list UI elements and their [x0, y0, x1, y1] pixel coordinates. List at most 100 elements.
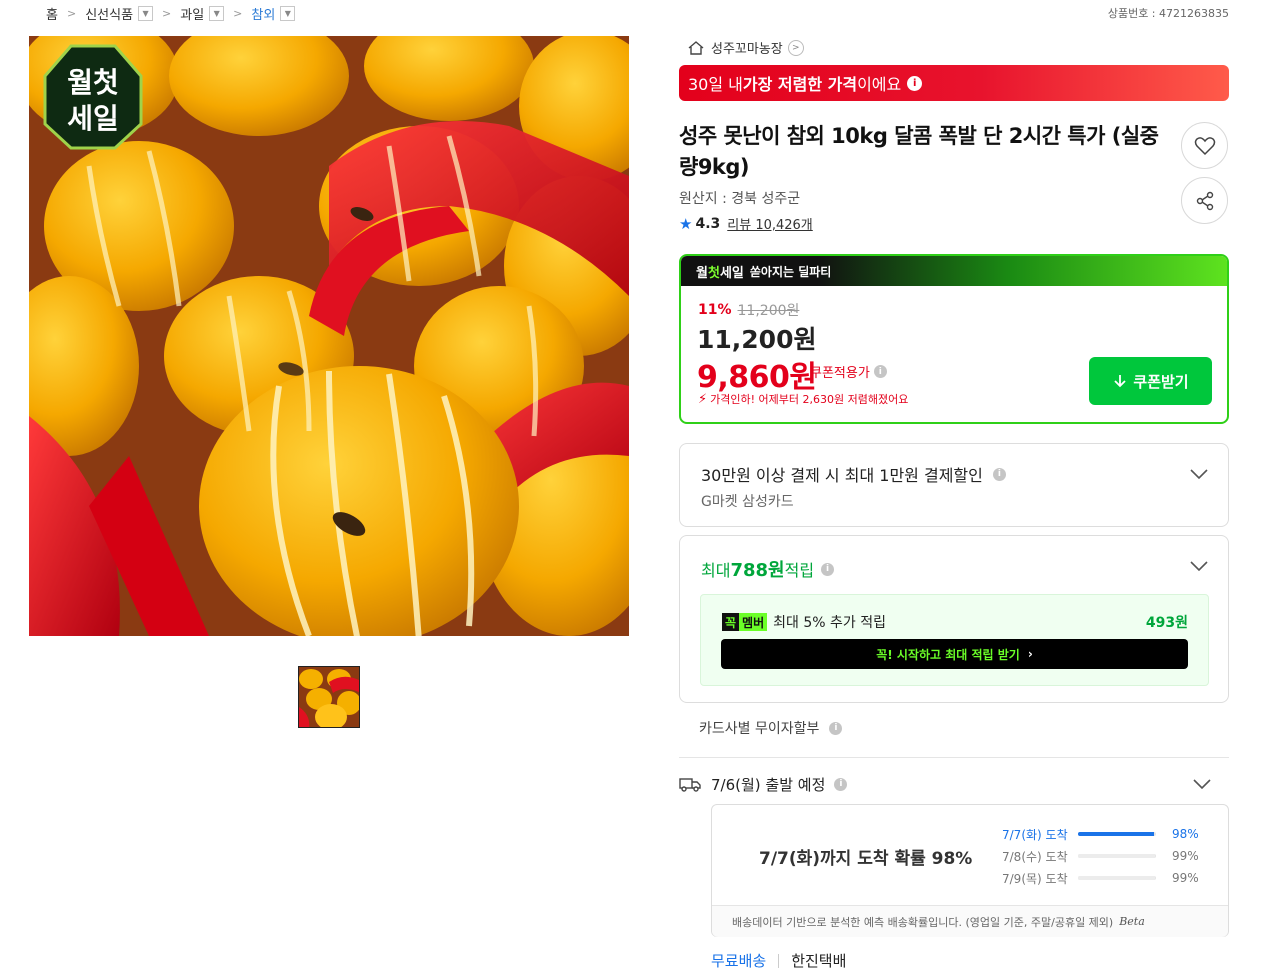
svg-text:월첫: 월첫 [67, 66, 119, 99]
member-row: 꼭 멤버 최대 5% 추가 적립 [722, 612, 886, 632]
installment-text: 카드사별 무이자할부 [699, 721, 820, 737]
download-icon [1114, 375, 1127, 388]
member-points: 493원 [1145, 615, 1188, 631]
coupon-download-button[interactable]: 쿠폰받기 [1089, 357, 1212, 405]
share-icon [1196, 191, 1213, 210]
delivery-main-text: 7/7(화)까지 도착 확률 98% [759, 849, 973, 869]
banner-bold: 가장 저렴한 가격 [742, 75, 858, 94]
info-icon[interactable]: i [907, 75, 923, 91]
shipping-row[interactable]: 7/6(월) 출발 예정 i [679, 773, 1229, 795]
delivery-row: 7/8(수) 도착 99% [1002, 845, 1212, 867]
points-prefix: 최대 [701, 561, 731, 580]
rating-score: 4.3 [695, 215, 721, 232]
member-start-button[interactable]: 꼭! 시작하고 최대 적립 받기 › [721, 639, 1188, 669]
carrier-info: 무료배송 한진택배 [711, 950, 846, 971]
chevron-down-icon[interactable]: ▼ [209, 5, 225, 21]
chevron-down-icon[interactable] [1193, 778, 1211, 790]
breadcrumb: 홈 > 신선식품 ▼ > 과일 ▼ > 참외 ▼ [46, 3, 296, 23]
banner-suffix: 이에요 [857, 75, 902, 94]
original-price: 11,200원 [737, 303, 800, 319]
chevron-down-icon[interactable]: ▼ [138, 5, 154, 21]
price-drop-text: 가격인하! 어제부터 2,630원 저렴해졌어요 [710, 393, 909, 406]
heart-icon [1194, 136, 1215, 155]
probability-fill [1078, 832, 1155, 836]
card-benefit-title: 30만원 이상 결제 시 최대 1만원 결제할인 i [701, 462, 1006, 486]
probability-value: 99% [1172, 871, 1199, 885]
breadcrumb-item-fresh-food[interactable]: 신선식품 ▼ [85, 4, 154, 23]
chevron-right-icon: > [233, 6, 243, 20]
delivery-date: 7/8(수) 도착 [1002, 849, 1068, 864]
banner-prefix: 30일 내 [688, 75, 743, 94]
departure-text: 7/6(월) 출발 예정 [711, 775, 826, 794]
lightning-icon: ⚡ [698, 391, 708, 407]
delivery-date: 7/7(화) 도착 [1002, 827, 1068, 842]
delivery-row: 7/9(목) 도착 99% [1002, 867, 1212, 889]
probability-fill [1078, 876, 1156, 880]
coupon-price-label-text: 쿠폰적용가 [810, 366, 870, 381]
breadcrumb-item-label: 참외 [251, 7, 276, 23]
divider [778, 953, 780, 968]
beta-label: Beta [1119, 915, 1145, 928]
divider [679, 757, 1229, 758]
product-main-image: 월첫 세일 [29, 36, 629, 636]
product-number: 상품번호 : 4721263835 [1107, 7, 1229, 20]
review-link[interactable]: 리뷰 10,426개 [727, 214, 813, 233]
card-benefit-title-text: 30만원 이상 결제 시 최대 1만원 결제할인 [701, 466, 983, 485]
info-icon[interactable]: i [992, 467, 1006, 481]
member-button-label: 꼭! 시작하고 최대 적립 받기 [876, 647, 1020, 662]
info-icon[interactable]: i [829, 721, 843, 735]
probability-bar [1078, 832, 1156, 836]
home-icon [688, 40, 704, 55]
truck-icon [679, 778, 701, 792]
product-origin: 원산지 : 경북 성주군 [679, 191, 801, 207]
installment-info[interactable]: 카드사별 무이자할부 i [699, 718, 843, 738]
chevron-down-icon[interactable] [1190, 560, 1208, 572]
chevron-down-icon[interactable]: ▼ [280, 5, 296, 21]
coupon-price-label: 쿠폰적용가 i [810, 362, 887, 381]
breadcrumb-item-fruit[interactable]: 과일 ▼ [180, 4, 225, 23]
share-button[interactable] [1181, 177, 1228, 224]
member-badge-part2: 멤버 [739, 613, 768, 631]
coupon-price: 9,860원 [697, 360, 817, 395]
card-benefit-subtitle: G마켓 삼성카드 [701, 494, 794, 510]
breadcrumb-home[interactable]: 홈 [46, 4, 58, 23]
deal-box: 월 첫 세일 쏟아지는 딜파티 11% 11,200원 11,200원 9,86… [679, 254, 1229, 424]
lowest-price-banner: 30일 내 가장 저렴한 가격 이에요 i [679, 65, 1229, 101]
sale-price: 11,200원 [697, 325, 817, 354]
sale-badge: 월첫 세일 [43, 44, 143, 150]
chevron-down-icon[interactable] [1190, 468, 1208, 480]
card-benefit-box[interactable]: 30만원 이상 결제 시 최대 1만원 결제할인 i G마켓 삼성카드 [679, 443, 1229, 527]
info-icon[interactable]: i [821, 562, 835, 576]
wishlist-button[interactable] [1181, 122, 1228, 169]
deal-header-part3: 세일 [719, 265, 744, 281]
points-title: 최대 788원 적립 i [701, 556, 835, 582]
chevron-right-icon: > [66, 6, 77, 20]
product-rating: ★ 4.3 리뷰 10,426개 [679, 214, 813, 234]
free-shipping-label: 무료배송 [711, 952, 767, 970]
member-benefit: 꼭 멤버 최대 5% 추가 적립 493원 꼭! 시작하고 최대 적립 받기 › [700, 594, 1209, 686]
delivery-footnote: 배송데이터 기반으로 분석한 예측 배송확률입니다. (영업일 기준, 주말/공… [712, 905, 1228, 937]
delivery-rows: 7/7(화) 도착 98% 7/8(수) 도착 99% 7/9(목) 도착 99… [1002, 823, 1212, 889]
breadcrumb-item-label: 과일 [180, 7, 205, 23]
points-amount: 788원 [730, 560, 785, 581]
chevron-right-icon: > [787, 39, 804, 56]
points-suffix: 적립 [784, 561, 815, 580]
delivery-probability-box: 7/7(화)까지 도착 확률 98% 7/7(화) 도착 98% 7/8(수) … [711, 804, 1229, 937]
points-box: 최대 788원 적립 i 꼭 멤버 최대 5% 추가 적립 493원 꼭! 시작… [679, 535, 1229, 703]
deal-header: 월 첫 세일 쏟아지는 딜파티 [681, 256, 1227, 286]
member-badge-part1: 꼭 [722, 613, 740, 631]
store-link[interactable]: 성주꼬마농장 > [687, 38, 804, 57]
probability-bar [1078, 876, 1156, 880]
breadcrumb-home-label: 홈 [46, 7, 58, 23]
breadcrumb-item-melon[interactable]: 참외 ▼ [251, 4, 296, 23]
delivery-footnote-text: 배송데이터 기반으로 분석한 예측 배송확률입니다. (영업일 기준, 주말/공… [732, 915, 1114, 929]
discount-row: 11% 11,200원 [698, 300, 799, 320]
discount-percent: 11% [698, 302, 732, 318]
product-thumbnail[interactable] [298, 666, 360, 728]
info-icon[interactable]: i [834, 777, 848, 791]
carrier-name: 한진택배 [791, 952, 847, 970]
member-text: 최대 5% 추가 적립 [773, 615, 886, 631]
probability-bar [1078, 854, 1156, 858]
info-icon[interactable]: i [873, 365, 887, 378]
breadcrumb-item-label: 신선식품 [85, 7, 134, 23]
